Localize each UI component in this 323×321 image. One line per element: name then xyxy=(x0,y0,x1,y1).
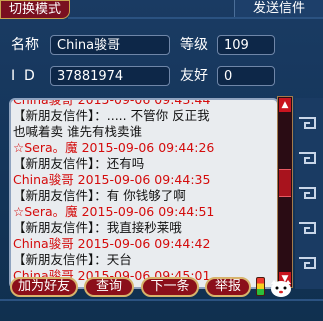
traffic-light-icon xyxy=(256,277,265,296)
query-button[interactable]: 查询 xyxy=(84,277,134,297)
message-header: ☆Sera。魔 2015-09-06 09:44:26 xyxy=(13,140,215,155)
message-text: 【新朋友信件】：我直接秒莱哦 xyxy=(13,220,182,235)
name-field: China骏哥 xyxy=(50,35,170,55)
message-text: 也喊着卖 谁先有栈卖谁 xyxy=(13,124,142,139)
message-text: 【新朋友信件】：有 你钱够了啊 xyxy=(13,188,186,203)
footer-divider xyxy=(0,299,323,301)
switch-mode-tab[interactable]: 切换模式 xyxy=(0,0,70,19)
message-panel: 切换模式 × 发送信件 名称 China骏哥 等级 109 I D 378819… xyxy=(0,0,323,321)
name-label: 名称 xyxy=(11,37,39,53)
id-label: I D xyxy=(11,68,35,84)
message-header: China骏哥 2015-09-06 09:44:35 xyxy=(13,172,211,187)
dog-mascot-icon xyxy=(271,280,291,297)
friendliness-label: 友好 xyxy=(180,68,208,84)
scroll-up-icon[interactable]: ▲ xyxy=(279,98,291,112)
message-scrollbar[interactable]: ▲ ▼ xyxy=(277,96,293,288)
message-text: 【新朋友信件】：..... 不管你 反正我 xyxy=(13,108,210,123)
next-message-button[interactable]: 下一条 xyxy=(141,277,199,297)
decorative-border-pattern xyxy=(295,98,323,289)
level-label: 等级 xyxy=(180,37,208,53)
report-button[interactable]: 举报 xyxy=(205,277,251,297)
message-header: China骏哥 2015-09-06 09:43:44 xyxy=(13,98,211,107)
send-letter-tab[interactable]: 发送信件 xyxy=(234,0,323,18)
message-list[interactable]: China骏哥 2015-09-06 09:43:44 【新朋友信件】：....… xyxy=(9,98,279,289)
message-header: ☆Sera。魔 2015-09-06 09:44:51 xyxy=(13,204,215,219)
message-header: China骏哥 2015-09-06 09:44:42 xyxy=(13,236,211,251)
header-divider xyxy=(68,17,323,19)
id-field: 37881974 xyxy=(50,66,170,86)
level-field: 109 xyxy=(217,35,275,55)
friendliness-field: 0 xyxy=(217,66,275,86)
add-friend-button[interactable]: 加为好友 xyxy=(10,277,78,297)
scroll-thumb[interactable] xyxy=(279,169,291,197)
message-text: 【新朋友信件】：还有吗 xyxy=(13,156,145,171)
message-text: 【新朋友信件】：天台 xyxy=(13,252,132,267)
